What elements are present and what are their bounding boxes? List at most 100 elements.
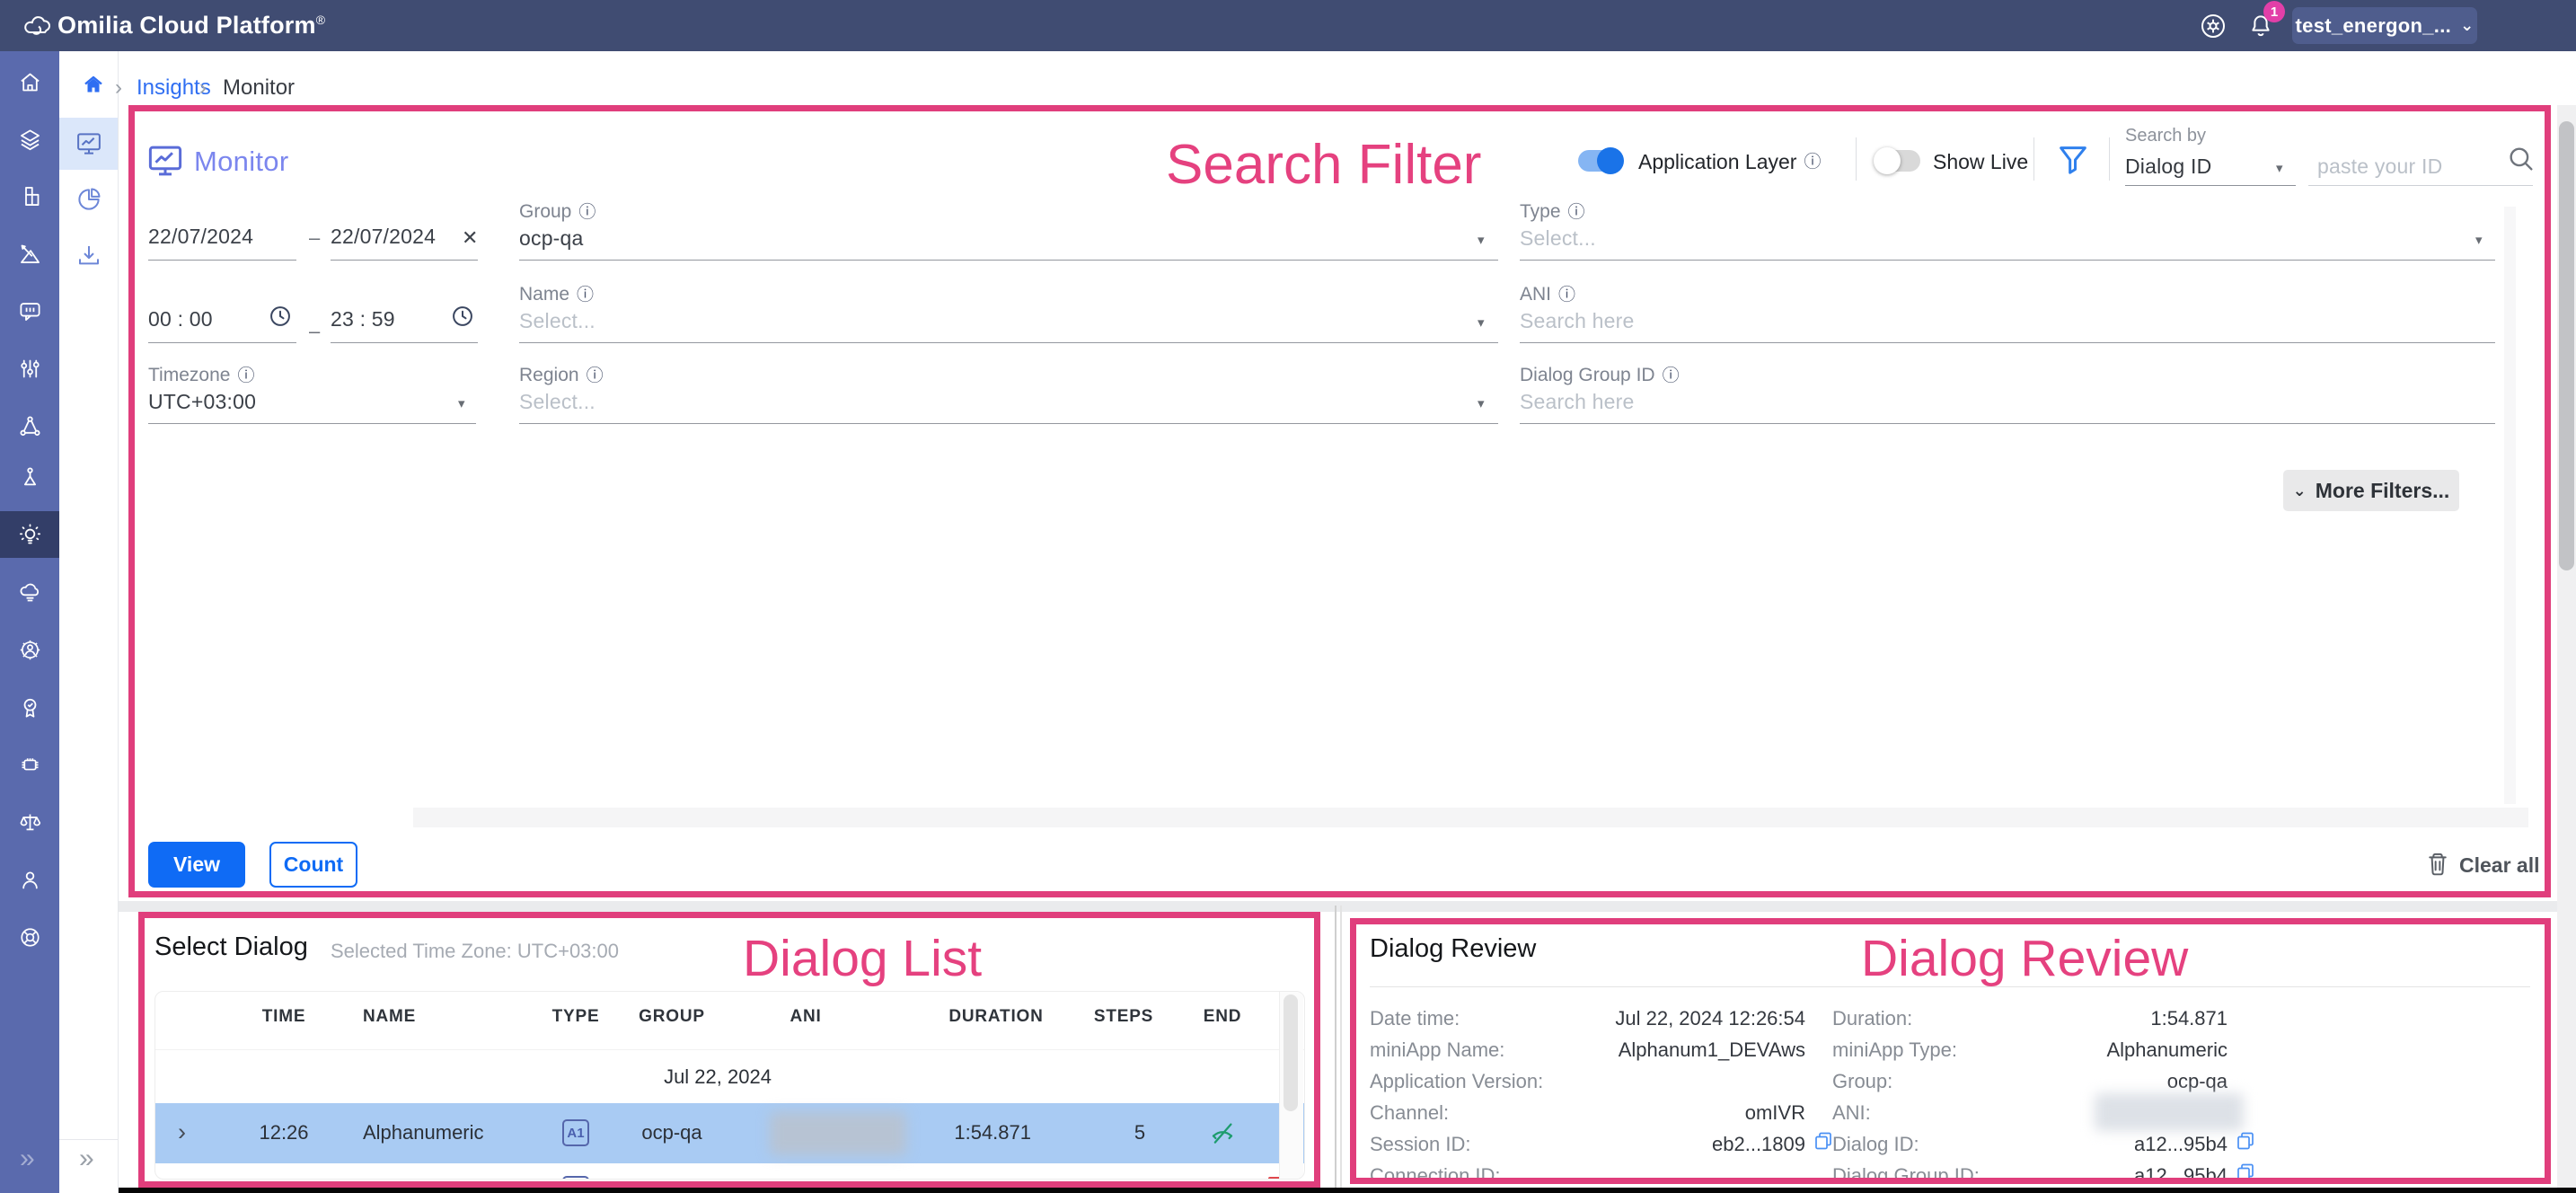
- sidebar-item-compliance[interactable]: [0, 799, 59, 845]
- name-select[interactable]: Select...: [519, 309, 595, 333]
- copy-icon[interactable]: [1813, 1129, 1834, 1153]
- caret-down-icon[interactable]: ▾: [1478, 232, 1485, 248]
- sidebar-item-machine-learning[interactable]: [0, 741, 59, 788]
- sidebar-item-monitor-active[interactable]: [59, 118, 118, 170]
- type-alphanumeric-badge: A1: [562, 1119, 589, 1146]
- page-scrollbar-track[interactable]: [2557, 105, 2576, 1193]
- sidebar-item-preferences[interactable]: [0, 345, 59, 392]
- time-from-field[interactable]: 00 : 00: [148, 307, 213, 331]
- primary-rail-expand-icon[interactable]: »: [20, 1145, 35, 1172]
- region-select[interactable]: Select...: [519, 390, 595, 414]
- type-label: Typeⓘ: [1520, 201, 1585, 223]
- trash-icon[interactable]: [2425, 850, 2450, 879]
- sidebar-item-reports[interactable]: [0, 454, 59, 500]
- row-expander-icon[interactable]: ›: [178, 1118, 186, 1146]
- monitor-chart-icon: [75, 130, 102, 157]
- column-header-duration: DURATION: [948, 1007, 1043, 1027]
- filter-panel-hscroll-track[interactable]: [413, 808, 2528, 827]
- download-icon: [75, 242, 102, 269]
- sidebar-item-orchestrator[interactable]: [0, 402, 59, 449]
- sidebar-item-insights-active[interactable]: [0, 511, 59, 558]
- sidebar-item-quality[interactable]: [0, 684, 59, 730]
- review-value: Alphanum1_DEVAws: [1464, 1038, 1805, 1062]
- secondary-rail-expand-icon[interactable]: »: [79, 1145, 94, 1172]
- type-select[interactable]: Select...: [1520, 226, 1596, 251]
- date-range-separator: –: [309, 226, 320, 250]
- row-duration: 1:54.871: [954, 1121, 1031, 1144]
- caret-down-icon[interactable]: ▾: [1478, 395, 1485, 411]
- ani-input[interactable]: Search here: [1520, 309, 1635, 333]
- dialog-group-id-input[interactable]: Search here: [1520, 390, 1635, 414]
- filter-funnel-icon[interactable]: [2055, 140, 2091, 180]
- clear-all-button[interactable]: Clear all: [2459, 853, 2540, 878]
- column-header-type: TYPE: [552, 1007, 600, 1027]
- copy-icon[interactable]: [2235, 1129, 2256, 1153]
- sidebar-item-layers[interactable]: [0, 116, 59, 163]
- settings-icon[interactable]: [2199, 12, 2228, 40]
- caret-down-icon[interactable]: ▾: [458, 395, 465, 411]
- sidebar-item-design-tools[interactable]: [0, 230, 59, 277]
- review-value: omIVR: [1464, 1101, 1805, 1125]
- notification-count-badge: 1: [2263, 1, 2285, 22]
- row-ani-redacted: [770, 1112, 906, 1155]
- row-time: 12:26: [259, 1121, 308, 1144]
- life-ring-icon: [18, 925, 42, 950]
- dialog-group-id-label: Dialog Group IDⓘ: [1520, 365, 1680, 386]
- sidebar-item-exports[interactable]: [59, 229, 118, 281]
- review-value: Alphanumeric: [1922, 1038, 2228, 1062]
- timezone-select[interactable]: UTC+03:00: [148, 390, 256, 414]
- date-from-field[interactable]: 22/07/2024: [148, 225, 253, 249]
- dialog-row-selected[interactable]: › 12:26 Alphanumeric A1 ocp-qa 1:54.871 …: [155, 1103, 1304, 1163]
- breadcrumb-current-page: Monitor: [223, 75, 295, 101]
- group-select[interactable]: ocp-qa: [519, 226, 584, 251]
- caret-down-icon[interactable]: ▾: [2475, 232, 2483, 248]
- info-icon: ⓘ: [578, 204, 595, 221]
- application-layer-toggle-knob[interactable]: [1597, 147, 1624, 174]
- clock-icon[interactable]: [450, 304, 475, 329]
- sidebar-footer-divider: [59, 1139, 119, 1140]
- table-scrollbar-thumb[interactable]: [1284, 994, 1298, 1111]
- page-scrollbar-thumb[interactable]: [2559, 121, 2574, 570]
- account-menu-button[interactable]: test_energon_... ⌄: [2292, 7, 2477, 44]
- name-label: Nameⓘ: [519, 284, 594, 305]
- row-group: ocp-qa: [641, 1121, 701, 1144]
- date-to-field[interactable]: 22/07/2024: [331, 225, 436, 249]
- sidebar-item-admin[interactable]: [0, 626, 59, 673]
- search-by-select[interactable]: Dialog ID: [2125, 155, 2211, 179]
- sidebar-item-cloud-services[interactable]: [0, 569, 59, 615]
- caret-down-icon[interactable]: ▾: [1478, 314, 1485, 331]
- more-filters-button[interactable]: ⌄ More Filters...: [2283, 470, 2459, 511]
- search-icon[interactable]: [2506, 144, 2536, 174]
- sidebar-item-support[interactable]: [0, 914, 59, 960]
- search-filter-annotation-label: Search Filter: [1166, 133, 1481, 197]
- sidebar-item-home[interactable]: [0, 58, 59, 105]
- select-dialog-title: Select Dialog: [154, 932, 308, 962]
- sidebar-item-usage-reports[interactable]: [59, 173, 118, 225]
- secondary-sidebar: »: [59, 51, 119, 1193]
- sidebar-item-mini-apps[interactable]: [0, 172, 59, 219]
- caret-down-icon[interactable]: ▾: [2276, 160, 2283, 176]
- gear-user-icon: [18, 638, 42, 662]
- clear-dates-icon[interactable]: ✕: [462, 226, 478, 250]
- type-underline: [1520, 260, 2495, 261]
- sidebar-item-dialogs[interactable]: [0, 287, 59, 334]
- table-scrollbar-track[interactable]: [1279, 992, 1303, 1179]
- info-icon: ⓘ: [587, 367, 604, 384]
- show-live-toggle-knob[interactable]: [1874, 147, 1901, 174]
- search-filter-annotation-box: [128, 105, 2551, 897]
- copy-icon[interactable]: [2235, 1161, 2256, 1178]
- sidebar-item-account[interactable]: [0, 856, 59, 903]
- view-button[interactable]: View: [148, 842, 245, 888]
- network-nodes-icon: [18, 414, 42, 438]
- dialog-review-panel: Dialog Review Date time: Jul 22, 2024 12…: [1356, 924, 2545, 1178]
- search-id-input[interactable]: paste your ID: [2317, 155, 2442, 179]
- filter-panel-vscroll-track[interactable]: [2504, 207, 2516, 804]
- toolbar-divider: [2033, 137, 2034, 181]
- app-window: Omilia Cloud Platform® 1 test_energon_..…: [0, 0, 2576, 1193]
- clock-icon[interactable]: [268, 304, 293, 329]
- breadcrumb-home-icon[interactable]: [83, 75, 104, 96]
- time-range-separator: –: [309, 320, 320, 343]
- count-button[interactable]: Count: [269, 842, 357, 888]
- search-by-label: Search by: [2125, 126, 2206, 146]
- time-to-field[interactable]: 23 : 59: [331, 307, 395, 331]
